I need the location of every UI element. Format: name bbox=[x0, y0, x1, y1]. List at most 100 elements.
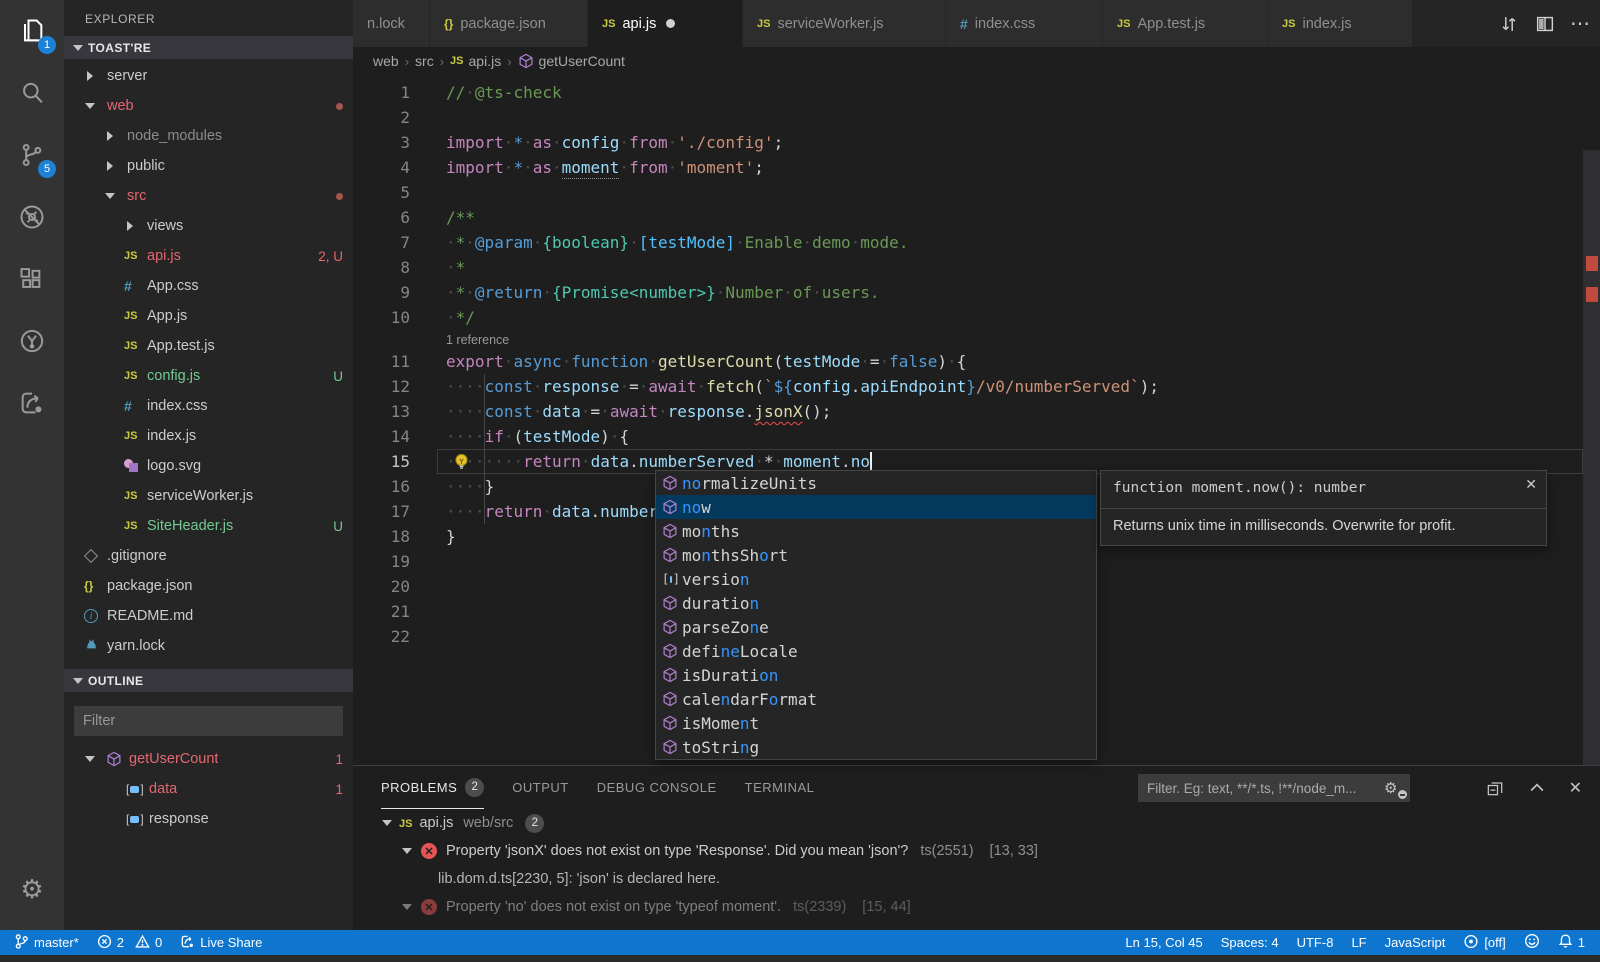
maximize-panel-icon[interactable] bbox=[1527, 778, 1547, 798]
suggest-item-now[interactable]: now bbox=[656, 495, 1096, 519]
suggest-item-calendarformat[interactable]: calendarFormat bbox=[656, 687, 1096, 711]
outline-item-data[interactable]: []data1 bbox=[64, 774, 353, 804]
tree-item-web[interactable]: web bbox=[64, 91, 353, 121]
tree-item--gitignore[interactable]: .gitignore bbox=[64, 541, 353, 571]
suggest-item-definelocale[interactable]: defineLocale bbox=[656, 639, 1096, 663]
tree-item-public[interactable]: public bbox=[64, 151, 353, 181]
tree-item-node-modules[interactable]: node_modules bbox=[64, 121, 353, 151]
tree-item-yarn-lock[interactable]: yarn.lock bbox=[64, 631, 353, 661]
split-editor-icon[interactable] bbox=[1534, 13, 1556, 35]
tree-item-app-css[interactable]: #App.css bbox=[64, 271, 353, 301]
problems-filter-input[interactable] bbox=[1138, 781, 1384, 796]
tree-item-app-test-js[interactable]: JSApp.test.js bbox=[64, 331, 353, 361]
status-language-mode[interactable]: JavaScript bbox=[1376, 930, 1455, 955]
tree-item-app-js[interactable]: JSApp.js bbox=[64, 301, 353, 331]
filter-gear-icon[interactable]: ⚙ bbox=[1384, 779, 1406, 797]
editor-scrollbar[interactable] bbox=[1583, 150, 1600, 830]
activity-circle-fork-icon[interactable] bbox=[0, 310, 64, 372]
breadcrumb-separator: › bbox=[403, 54, 411, 69]
activity-explorer-icon[interactable]: 1 bbox=[0, 0, 64, 62]
breadcrumb-item-web[interactable]: web bbox=[373, 53, 399, 69]
problem-row[interactable]: ✕Property 'no' does not exist on type 't… bbox=[353, 893, 1600, 921]
line-number: 9 bbox=[353, 283, 446, 302]
status-indentation[interactable]: Spaces: 4 bbox=[1212, 930, 1288, 955]
activity-debug-icon[interactable] bbox=[0, 186, 64, 248]
activity-settings-gear-icon[interactable]: ⚙ bbox=[0, 858, 64, 920]
tree-item-siteheader-js[interactable]: JSSiteHeader.jsU bbox=[64, 511, 353, 541]
suggest-item-tostring[interactable]: toString bbox=[656, 735, 1096, 759]
suggest-item-duration[interactable]: duration bbox=[656, 591, 1096, 615]
panel-tab-output[interactable]: OUTPUT bbox=[512, 766, 568, 809]
tab-n-lock[interactable]: n.lock bbox=[353, 0, 430, 47]
problem-source: ts(2551) bbox=[920, 843, 973, 859]
problem-row[interactable]: lib.dom.d.ts[2230, 5]: 'json' is declare… bbox=[353, 865, 1600, 893]
activity-source-control-icon[interactable]: 5 bbox=[0, 124, 64, 186]
status-cursor-position[interactable]: Ln 15, Col 45 bbox=[1116, 930, 1211, 955]
collapse-all-icon[interactable] bbox=[1485, 778, 1505, 798]
line-content: } bbox=[446, 527, 456, 546]
tree-item-src[interactable]: src bbox=[64, 181, 353, 211]
lightbulb-icon[interactable] bbox=[452, 452, 471, 471]
panel-tab-debug-console[interactable]: DEBUG CONSOLE bbox=[597, 766, 717, 809]
activity-badge: 5 bbox=[38, 160, 56, 178]
suggest-item-monthsshort[interactable]: monthsShort bbox=[656, 543, 1096, 567]
tree-item-logo-svg[interactable]: logo.svg bbox=[64, 451, 353, 481]
status-eol[interactable]: LF bbox=[1342, 930, 1375, 955]
suggest-item-isduration[interactable]: isDuration bbox=[656, 663, 1096, 687]
tree-item-api-js[interactable]: JSapi.js2, U bbox=[64, 241, 353, 271]
suggest-item-months[interactable]: months bbox=[656, 519, 1096, 543]
panel-tab-problems[interactable]: PROBLEMS2 bbox=[381, 766, 484, 809]
line-content: ····const·data·=·await·response.jsonX(); bbox=[446, 402, 831, 421]
tree-item-package-json[interactable]: {}package.json bbox=[64, 571, 353, 601]
open-changes-icon[interactable] bbox=[1498, 13, 1520, 35]
tab-index-css[interactable]: #index.css bbox=[946, 0, 1103, 47]
status-feedback[interactable] bbox=[1515, 930, 1549, 955]
status-notifications[interactable]: 1 bbox=[1549, 930, 1594, 955]
code-lens-references[interactable]: 1 reference bbox=[446, 333, 509, 347]
problem-message: Property 'jsonX' does not exist on type … bbox=[446, 843, 908, 859]
close-panel-icon[interactable]: ✕ bbox=[1569, 778, 1582, 798]
tree-item-index-css[interactable]: #index.css bbox=[64, 391, 353, 421]
tree-item-label: serviceWorker.js bbox=[147, 488, 253, 504]
activity-extensions-icon[interactable] bbox=[0, 248, 64, 310]
status-live-share[interactable]: Live Share bbox=[171, 930, 271, 955]
tab-package-json[interactable]: {}package.json bbox=[430, 0, 588, 47]
status-diagnostics[interactable]: 20 bbox=[88, 930, 171, 955]
tab-serviceworker-js[interactable]: JSserviceWorker.js bbox=[743, 0, 946, 47]
outline-item-getusercount[interactable]: getUserCount1 bbox=[64, 744, 353, 774]
status-git-branch[interactable]: master* bbox=[5, 930, 88, 955]
suggest-item-ismoment[interactable]: isMoment bbox=[656, 711, 1096, 735]
tree-item-server[interactable]: server bbox=[64, 61, 353, 91]
tree-item-readme-md[interactable]: iREADME.md bbox=[64, 601, 353, 631]
tab-app-test-js[interactable]: JSApp.test.js bbox=[1103, 0, 1268, 47]
tree-item-index-js[interactable]: JSindex.js bbox=[64, 421, 353, 451]
more-actions-icon[interactable]: ⋯ bbox=[1570, 11, 1590, 36]
breadcrumb-item-getusercount[interactable]: getUserCount bbox=[518, 53, 625, 69]
suggest-item-parsezone[interactable]: parseZone bbox=[656, 615, 1096, 639]
activity-live-share-icon[interactable] bbox=[0, 372, 64, 434]
circle-fork-icon bbox=[18, 327, 46, 355]
activity-search-icon[interactable] bbox=[0, 62, 64, 124]
panel-header: PROBLEMS2 OUTPUT DEBUG CONSOLE TERMINAL ⚙ ✕ bbox=[353, 766, 1600, 809]
tree-item-serviceworker-js[interactable]: JSserviceWorker.js bbox=[64, 481, 353, 511]
breadcrumb-item-api-js[interactable]: JSapi.js bbox=[450, 53, 501, 69]
close-icon[interactable]: ✕ bbox=[1525, 476, 1537, 493]
outline-item-response[interactable]: []response bbox=[64, 804, 353, 834]
suggest-item-normalizeunits[interactable]: normalizeUnits bbox=[656, 471, 1096, 495]
tree-item-views[interactable]: views bbox=[64, 211, 353, 241]
outline-section-header[interactable]: OUTLINE bbox=[64, 669, 353, 692]
problems-list: JSapi.jsweb/src2✕Property 'jsonX' does n… bbox=[353, 809, 1600, 921]
project-section-header[interactable]: TOAST'RE bbox=[64, 36, 353, 59]
tab-api-js[interactable]: JSapi.js bbox=[588, 0, 743, 47]
bell-icon bbox=[1558, 933, 1573, 952]
status-screencast[interactable]: [off] bbox=[1454, 930, 1514, 955]
tree-item-config-js[interactable]: JSconfig.jsU bbox=[64, 361, 353, 391]
breadcrumb-item-src[interactable]: src bbox=[415, 53, 434, 69]
problem-row[interactable]: JSapi.jsweb/src2 bbox=[353, 809, 1600, 837]
outline-filter-input[interactable] bbox=[74, 706, 343, 736]
status-encoding[interactable]: UTF-8 bbox=[1288, 930, 1343, 955]
problem-row[interactable]: ✕Property 'jsonX' does not exist on type… bbox=[353, 837, 1600, 865]
suggest-item-version[interactable]: []version bbox=[656, 567, 1096, 591]
tab-index-js[interactable]: JSindex.js bbox=[1268, 0, 1413, 47]
panel-tab-terminal[interactable]: TERMINAL bbox=[745, 766, 815, 809]
